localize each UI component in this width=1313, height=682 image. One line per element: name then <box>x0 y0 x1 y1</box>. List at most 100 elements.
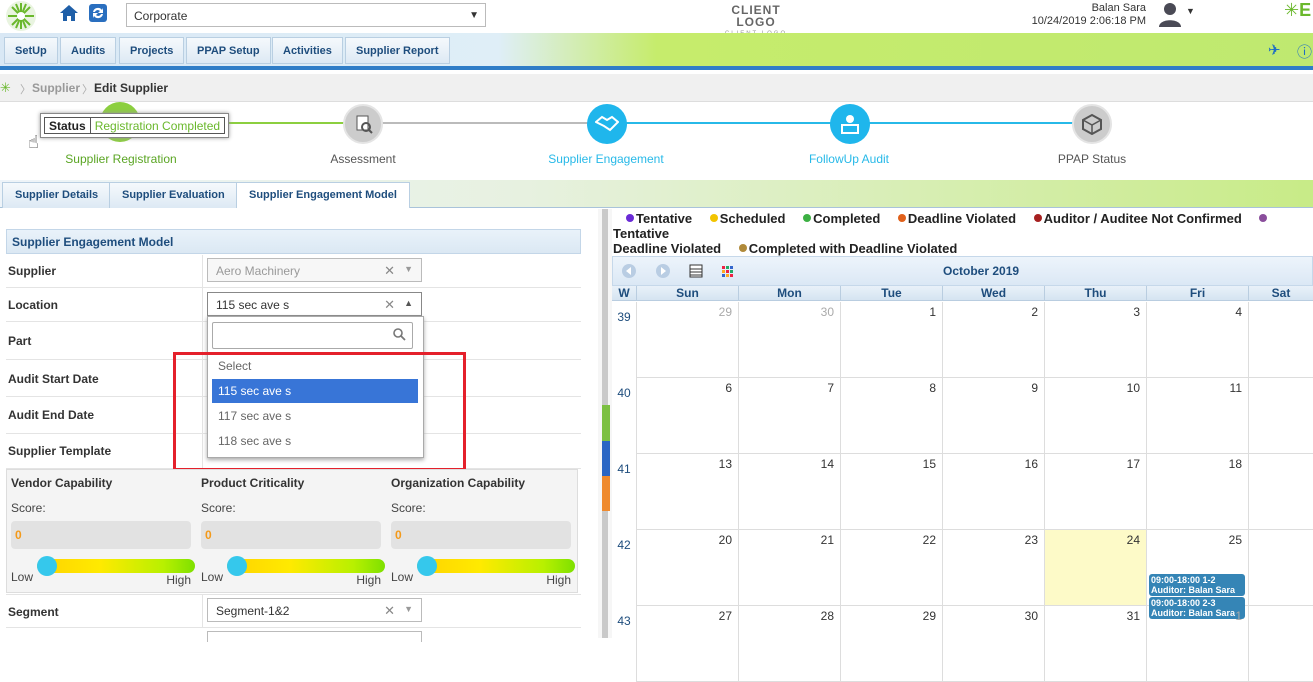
week-number: 41 <box>617 462 631 476</box>
calendar-day-cell[interactable]: 10 <box>1044 378 1146 454</box>
step-label-assessment[interactable]: Assessment <box>283 152 443 166</box>
ppap-box-icon[interactable] <box>1072 104 1112 144</box>
day-header: Thu <box>1044 286 1146 301</box>
brand-logo-fragment: ✳E <box>1284 0 1312 20</box>
refresh-icon[interactable] <box>88 3 108 23</box>
company-select[interactable]: Corporate ▼ <box>126 3 486 27</box>
calendar-day-cell[interactable]: 2 <box>942 302 1044 378</box>
grid-view-icon[interactable] <box>719 263 735 279</box>
score-slider-handle[interactable] <box>37 556 57 576</box>
calendar-day-cell[interactable]: 6 <box>636 378 738 454</box>
week-number: 39 <box>617 310 631 324</box>
status-value: Registration Completed <box>90 117 226 134</box>
step-label-engagement[interactable]: Supplier Engagement <box>526 152 686 166</box>
location-select[interactable]: 115 sec ave s ✕ ▲ <box>207 292 422 316</box>
tab-supplier-details[interactable]: Supplier Details <box>2 182 112 208</box>
next-select[interactable] <box>207 631 422 642</box>
supplier-select-value: Aero Machinery <box>216 264 301 278</box>
prev-month-icon[interactable] <box>621 263 637 279</box>
step-label-registration[interactable]: Supplier Registration <box>41 152 201 166</box>
score-slider-handle[interactable] <box>417 556 437 576</box>
calendar-day-cell[interactable]: 13 <box>636 454 738 530</box>
user-avatar-icon[interactable] <box>1156 0 1184 28</box>
score-value: 0 <box>201 521 381 549</box>
legend-label: Tentative <box>613 226 670 241</box>
calendar-day-cell[interactable]: 11 <box>1146 378 1248 454</box>
location-search-input[interactable] <box>212 322 413 349</box>
clear-icon[interactable]: ✕ <box>384 603 395 619</box>
calendar-day-cell[interactable]: 1 <box>840 302 942 378</box>
calendar-event[interactable]: 09:00-18:00 1-2 Auditor: Balan Sara <box>1149 574 1245 596</box>
calendar-day-cell[interactable] <box>1248 454 1313 530</box>
calendar-day-cell[interactable]: 23 <box>942 530 1044 606</box>
clear-icon[interactable]: ✕ <box>384 297 395 313</box>
calendar-day-cell[interactable]: 16 <box>942 454 1044 530</box>
info-icon[interactable]: ⓘ <box>1297 41 1312 62</box>
calendar-day-cell[interactable]: 4 <box>1146 302 1248 378</box>
calendar-day-cell[interactable]: 25 09:00-18:00 1-2 Auditor: Balan Sara 09:0… <box>1146 530 1248 619</box>
calendar-day-cell[interactable]: 15 <box>840 454 942 530</box>
calendar-day-cell[interactable]: 17 <box>1044 454 1146 530</box>
score-slider-track[interactable] <box>417 559 575 573</box>
segment-select[interactable]: Segment-1&2 ✕ ▼ <box>207 598 422 622</box>
calendar-day-cell[interactable] <box>1248 530 1313 606</box>
breadcrumb-supplier[interactable]: Supplier <box>32 81 80 95</box>
progress-stepper: Status Registration Completed ☝ Supplier… <box>0 102 1313 180</box>
week-header: W <box>618 286 630 300</box>
legend-dot <box>897 214 906 222</box>
home-icon[interactable] <box>58 2 80 24</box>
tab-supplier-engagement-model[interactable]: Supplier Engagement Model <box>236 182 410 208</box>
calendar-day-cell[interactable]: 22 <box>840 530 942 606</box>
chevron-down-icon[interactable]: ▼ <box>404 604 413 614</box>
nav-supplier-report[interactable]: Supplier Report <box>345 37 450 64</box>
day-number: 11 <box>1229 381 1242 395</box>
step-label-ppap[interactable]: PPAP Status <box>1012 152 1172 166</box>
calendar-day-cell[interactable] <box>1248 302 1313 378</box>
calendar-day-cell[interactable]: 3 <box>1044 302 1146 378</box>
calendar-day-cell[interactable]: 24 <box>1044 530 1146 606</box>
nav-projects[interactable]: Projects <box>119 37 185 64</box>
calendar-day-cell[interactable]: 18 <box>1146 454 1248 530</box>
calendar-day-cell[interactable]: 30 <box>738 302 840 378</box>
followup-audit-icon[interactable] <box>830 104 870 144</box>
score-value: 0 <box>11 521 191 549</box>
nav-activities[interactable]: Activities <box>272 37 343 64</box>
calendar-day-cell[interactable] <box>1248 378 1313 454</box>
score-slider-track[interactable] <box>227 559 385 573</box>
nav-setup[interactable]: SetUp <box>4 37 58 64</box>
breadcrumb-home-icon[interactable]: ✳ <box>0 80 11 96</box>
day-number: 29 <box>718 305 732 319</box>
handshake-icon[interactable] <box>587 104 627 144</box>
calendar-day-cell[interactable]: 7 <box>738 378 840 454</box>
calendar-day-cell[interactable]: 27 <box>636 606 738 682</box>
calendar-day-cell[interactable]: 30 <box>942 606 1044 682</box>
day-number: 21 <box>820 533 834 547</box>
calendar-day-cell[interactable]: 14 <box>738 454 840 530</box>
calendar-day-cell[interactable]: 9 <box>942 378 1044 454</box>
calendar-day-cell[interactable]: 20 <box>636 530 738 606</box>
user-menu-caret-icon[interactable]: ▼ <box>1186 6 1195 16</box>
calendar-day-cell[interactable]: 1 <box>1146 606 1248 682</box>
calendar-day-cell[interactable]: 21 <box>738 530 840 606</box>
calendar-day-cell[interactable]: 29 <box>840 606 942 682</box>
calendar-day-cell[interactable]: 8 <box>840 378 942 454</box>
next-month-icon[interactable] <box>655 263 671 279</box>
score-slider-handle[interactable] <box>227 556 247 576</box>
assessment-icon[interactable] <box>343 104 383 144</box>
calendar-day-cell[interactable]: 28 <box>738 606 840 682</box>
panel-splitter[interactable] <box>598 209 612 638</box>
app-logo-icon[interactable] <box>2 0 40 33</box>
slider-high-label: High <box>356 573 381 587</box>
pin-icon[interactable]: ✈ <box>1268 41 1281 59</box>
calendar-day-cell[interactable] <box>1248 606 1313 682</box>
list-view-icon[interactable] <box>688 263 704 279</box>
calendar-day-cell[interactable]: 31 <box>1044 606 1146 682</box>
score-slider-track[interactable] <box>37 559 195 573</box>
chevron-up-icon[interactable]: ▲ <box>404 298 413 308</box>
tab-supplier-evaluation[interactable]: Supplier Evaluation <box>109 182 238 208</box>
step-label-followup[interactable]: FollowUp Audit <box>769 152 929 166</box>
calendar-day-cell[interactable]: 29 <box>636 302 738 378</box>
part-label: Part <box>8 334 32 348</box>
nav-ppap-setup[interactable]: PPAP Setup <box>186 37 271 64</box>
nav-audits[interactable]: Audits <box>60 37 117 64</box>
